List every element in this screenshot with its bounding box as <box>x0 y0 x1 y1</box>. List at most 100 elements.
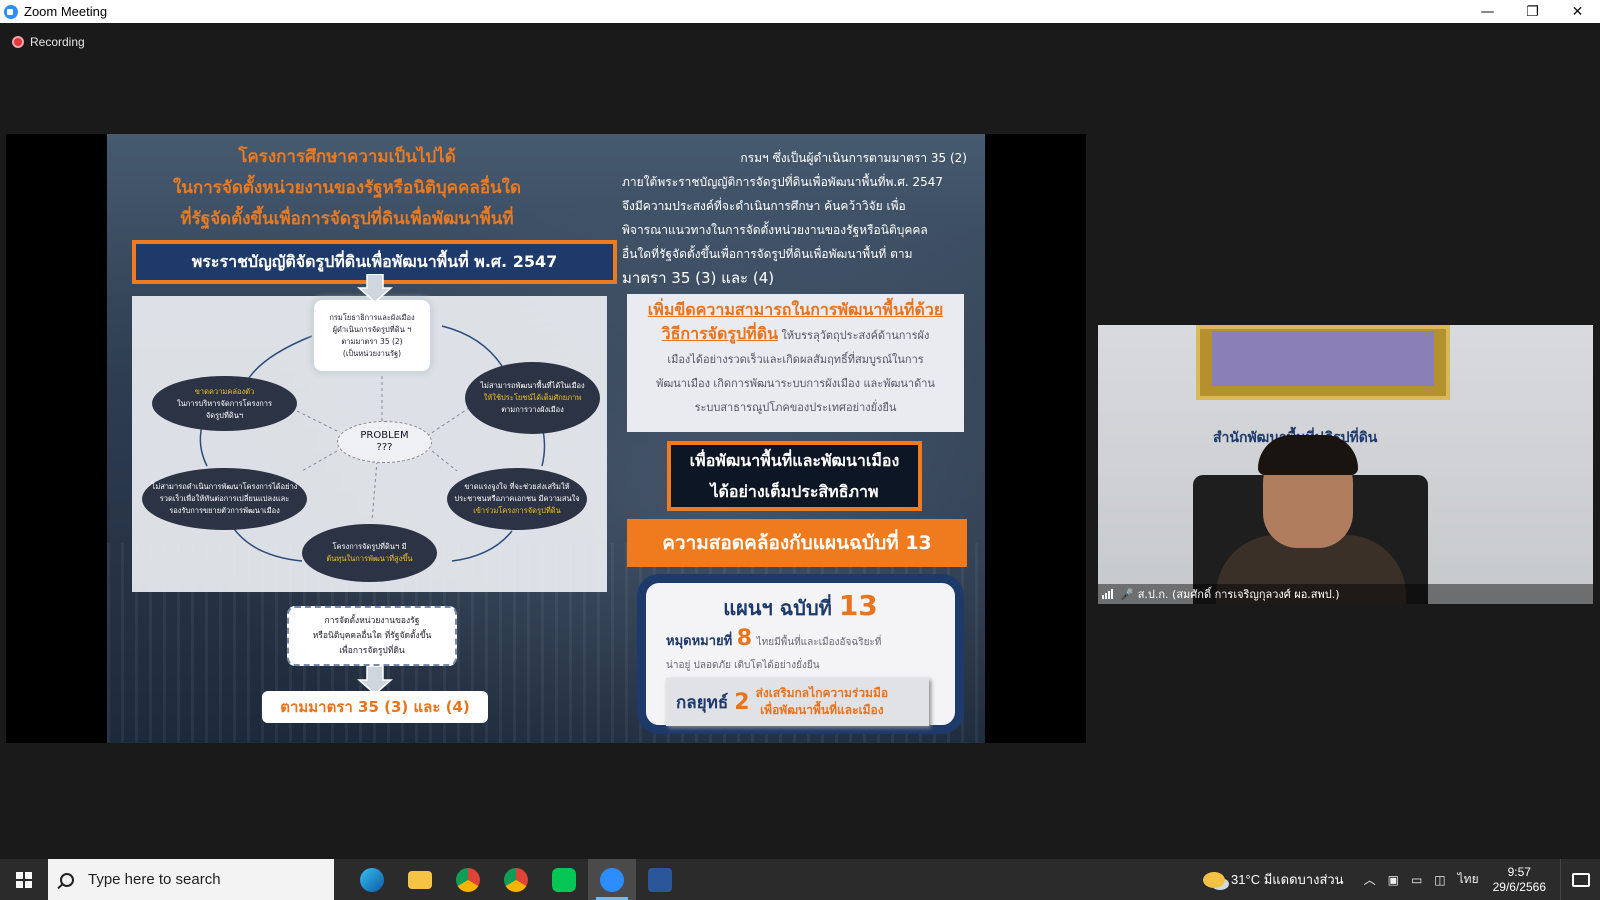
problem-marks: ??? <box>376 442 393 453</box>
plan-strategy: กลยุทธ์ 2 ส่งเสริมกลไกความร่วมมือ เพื่อพ… <box>666 678 929 726</box>
top-node-line: ตามมาตรา 35 (2) <box>341 336 403 346</box>
taskbar-search[interactable]: Type here to search <box>48 859 334 900</box>
shared-screen: โครงการศึกษาความเป็นไปได้ ในการจัดตั้งหน… <box>6 134 1086 743</box>
entity-box-line: เพื่อการจัดรูปที่ดิน <box>339 645 405 656</box>
plan-card: แผนฯ ฉบับที่ 13 หมุดหมายที่ 8 ไทยมีพื้นท… <box>637 574 964 734</box>
lower-right-node-line: เข้าร่วมโครงการจัดรูปที่ดิน <box>473 506 561 515</box>
plan-alignment-bar: ความสอดคล้องกับแผนฉบับที่ 13 <box>627 519 967 567</box>
weather-widget[interactable]: 31°C มีแดดบางส่วน <box>1203 869 1344 890</box>
maximize-button[interactable]: ❐ <box>1510 0 1555 23</box>
right-text-line: ภายใต้พระราชบัญญัติการจัดรูปที่ดินเพื่อพ… <box>622 175 944 189</box>
top-node-line: ผู้ดำเนินการจัดรูปที่ดิน ฯ <box>332 324 412 334</box>
chrome-profile-icon[interactable] <box>492 859 540 900</box>
lower-right-node-line: ขาดแรงจูงใจ ที่จะช่วยส่งเสริมให้ <box>464 482 570 491</box>
weather-temp: 31°C <box>1231 872 1261 887</box>
left-node-line: ขาดความคล่องตัว <box>194 386 255 396</box>
meet-now-icon[interactable]: ▣ <box>1388 873 1399 887</box>
recording-icon <box>12 36 24 48</box>
right-text-line: มาตรา 35 (3) และ (4) <box>622 269 775 287</box>
system-tray: 31°C มีแดดบางส่วน ︿ ▣ ▭ ◫ ไทย 9:57 29/6/… <box>1203 859 1600 900</box>
chrome-icon[interactable] <box>444 859 492 900</box>
search-icon <box>60 872 74 887</box>
milestone-number: 8 <box>736 626 753 651</box>
close-button[interactable]: ✕ <box>1555 0 1600 23</box>
enhancement-box: เพิ่มขีดความสามารถในการพัฒนาพื้นที่ด้วย … <box>627 294 964 432</box>
problem-node: PROBLEM ??? <box>337 421 432 463</box>
weather-desc: มีแดดบางส่วน <box>1263 872 1344 887</box>
lower-right-node: ขาดแรงจูงใจ ที่จะช่วยส่งเสริมให้ ประชาชน… <box>447 468 587 530</box>
right-text-line: อื่นใดที่รัฐจัดตั้งขึ้นเพื่อการจัดรูปที่… <box>622 247 913 261</box>
enhancement-headline: วิธีการจัดรูปที่ดิน <box>661 324 779 343</box>
lower-left-node: ไม่สามารถดำเนินการพัฒนาโครงการได้อย่าง ร… <box>142 468 307 530</box>
zoom-icon[interactable] <box>588 859 636 900</box>
plan-milestone: หมุดหมายที่ 8 ไทยมีพื้นที่และเมืองอัจฉริ… <box>666 628 956 677</box>
right-text-line: กรมฯ ซึ่งเป็นผู้ดำเนินการตามมาตรา 35 (2) <box>740 151 967 165</box>
top-node-line: (เป็นหน่วยงานรัฐ) <box>342 348 402 358</box>
language-indicator[interactable]: ไทย <box>1458 870 1479 889</box>
clock-time: 9:57 <box>1507 864 1531 879</box>
right-node: ไม่สามารถพัฒนาพื้นที่ได้ในเมือง ให้ใช้ปร… <box>465 362 600 434</box>
recording-label: Recording <box>30 35 85 49</box>
word-icon[interactable] <box>636 859 684 900</box>
plan-title-number: 13 <box>838 589 878 622</box>
clock-date: 29/6/2566 <box>1492 879 1546 894</box>
slide-header-line: โครงการศึกษาความเป็นไปได้ <box>238 147 456 167</box>
bottom-node-line: ต้นทุนในการพัฒนาที่สูงขึ้น <box>326 554 413 563</box>
problem-label: PROBLEM <box>360 430 409 441</box>
goal-box: เพื่อพัฒนาพื้นที่และพัฒนาเมือง ได้อย่างเ… <box>667 441 922 511</box>
enhancement-body: พัฒนาเมือง เกิดการพัฒนาระบบการผังเมือง แ… <box>656 377 935 390</box>
participant-hair <box>1258 435 1358 475</box>
enhancement-body: ให้บรรลุวัตถุประสงค์ด้านการผัง <box>781 329 930 342</box>
right-node-line: ตามการวางผังเมือง <box>501 405 564 414</box>
window-title: Zoom Meeting <box>24 4 108 19</box>
meeting-area: Recording โครงการศึกษาความเป็นไปได้ ในกา… <box>0 23 1600 859</box>
notification-icon[interactable] <box>1560 859 1600 900</box>
clock[interactable]: 9:57 29/6/2566 <box>1493 865 1546 895</box>
down-arrow-icon <box>357 274 393 303</box>
weather-icon <box>1203 871 1226 888</box>
slide-right-text: กรมฯ ซึ่งเป็นผู้ดำเนินการตามมาตรา 35 (2)… <box>622 146 967 290</box>
network-icon[interactable]: ▭ <box>1411 873 1422 887</box>
title-bar: Zoom Meeting — ❐ ✕ <box>0 0 1600 23</box>
zoom-logo-icon <box>4 4 18 19</box>
start-button[interactable] <box>0 859 48 900</box>
slide-header: โครงการศึกษาความเป็นไปได้ ในการจัดตั้งหน… <box>147 142 547 235</box>
strategy-desc: ส่งเสริมกลไกความร่วมมือ เพื่อพัฒนาพื้นที… <box>756 685 889 719</box>
volume-icon[interactable]: ◫ <box>1434 873 1445 887</box>
chevron-up-icon[interactable]: ︿ <box>1364 871 1376 888</box>
edge-icon[interactable] <box>348 859 396 900</box>
slide-header-line: ที่รัฐจัดตั้งขึ้นเพื่อการจัดรูปที่ดินเพื… <box>180 209 514 229</box>
left-node: ขาดความคล่องตัว ในการบริหารจัดการโครงการ… <box>152 376 297 431</box>
lower-left-node-line: รองรับการขยายตัวการพัฒนาเมือง <box>169 506 280 515</box>
windows-taskbar: Type here to search 31°C มีแดดบางส่วน ︿ … <box>0 859 1600 900</box>
line-icon[interactable] <box>540 859 588 900</box>
plan-title: แผนฯ ฉบับที่ 13 <box>646 589 955 624</box>
strategy-number: 2 <box>734 689 750 715</box>
slide-header-line: ในการจัดตั้งหน่วยงานของรัฐหรือนิติบุคคลอ… <box>172 178 521 198</box>
search-placeholder: Type here to search <box>88 871 221 888</box>
right-text-line: จึงมีความประสงค์ที่จะดำเนินการศึกษา ค้นค… <box>622 199 906 213</box>
right-node-line: ให้ใช้ประโยชน์ได้เต็มศักยภาพ <box>483 393 582 402</box>
bottom-node: โครงการจัดรูปที่ดินฯ มี ต้นทุนในการพัฒนา… <box>302 524 437 582</box>
participant-name: ส.ป.ก. (สมศักดิ์ การเจริญกุลวงศ์ ผอ.สพป.… <box>1137 588 1340 601</box>
goal-line: เพื่อพัฒนาพื้นที่และพัฒนาเมือง <box>689 451 900 470</box>
participant-video[interactable]: สำนักพัฒนาพื้นที่ปฏิรูปที่ดิน 🎤 ส.ป.ก. (… <box>1098 325 1593 604</box>
muted-mic-icon: 🎤 <box>1120 587 1134 601</box>
windows-logo-icon <box>16 871 32 888</box>
entity-box-line: การจัดตั้งหน่วยงานของรัฐ <box>324 615 420 626</box>
lower-left-node-line: รวดเร็วเพื่อให้ทันต่อการเปลี่ยนแปลงและ <box>159 494 290 503</box>
top-node: กรมโยธาธิการและผังเมือง ผู้ดำเนินการจัดร… <box>312 298 432 373</box>
recording-indicator[interactable]: Recording <box>12 35 85 49</box>
strategy-label: กลยุทธ์ <box>676 692 729 713</box>
minimize-button[interactable]: — <box>1465 0 1510 23</box>
enhancement-body: เมืองได้อย่างรวดเร็วและเกิดผลสัมฤทธิ์ที่… <box>667 353 924 366</box>
file-explorer-icon[interactable] <box>396 859 444 900</box>
left-node-line: ในการบริหารจัดการโครงการ <box>176 398 273 408</box>
plan-title-prefix: แผนฯ ฉบับที่ <box>723 596 832 620</box>
entity-box-line: หรือนิติบุคคลอื่นใด ที่รัฐจัดตั้งขึ้น <box>312 630 432 641</box>
wall-certificate <box>1196 325 1450 400</box>
lower-right-node-line: ประชาชนหรือภาคเอกชน มีความสนใจ <box>454 494 580 503</box>
enhancement-body: ระบบสาธารณูปโภคของประเทศอย่างยั่งยืน <box>694 401 897 414</box>
strategy-desc-line: ส่งเสริมกลไกความร่วมมือ <box>755 686 889 700</box>
goal-line: ได้อย่างเต็มประสิทธิภาพ <box>710 482 879 501</box>
